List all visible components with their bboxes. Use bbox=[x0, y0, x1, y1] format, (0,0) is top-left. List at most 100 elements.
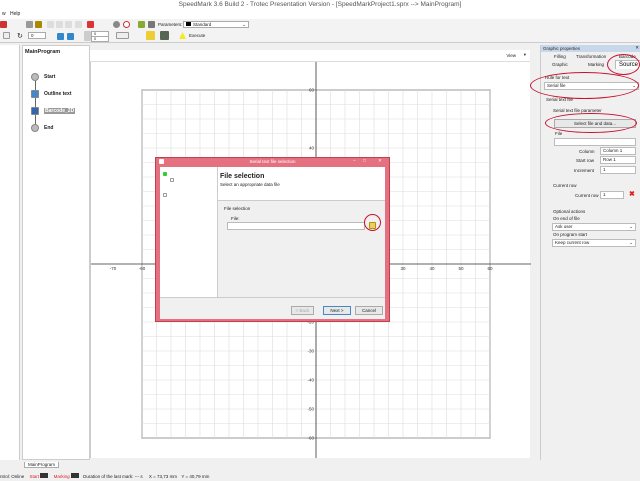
increment-label: Increment bbox=[574, 168, 595, 173]
minimize-icon[interactable]: – bbox=[353, 158, 356, 163]
parameters-value: Standard bbox=[193, 22, 212, 27]
chevron-down-icon: ⌄ bbox=[629, 224, 633, 229]
node-label: Outline text bbox=[44, 91, 72, 97]
x-tick-label: 50 bbox=[458, 266, 464, 271]
delete-icon[interactable] bbox=[75, 21, 82, 28]
program-tree: Start Outline text Barcode_2D End bbox=[22, 45, 90, 460]
marking-label: Marking bbox=[53, 474, 70, 479]
app-icon[interactable] bbox=[0, 21, 7, 28]
start-row-field[interactable]: Row 1 bbox=[600, 156, 636, 164]
column-field[interactable]: Column 1 bbox=[600, 147, 636, 155]
y-tick-label: 40 bbox=[309, 146, 315, 151]
start-label: Start bbox=[29, 474, 40, 479]
program-start-select[interactable]: Keep current row ⌄ bbox=[552, 239, 636, 247]
execute-button[interactable]: Execute bbox=[189, 33, 205, 38]
current-row-section: Current row bbox=[553, 183, 577, 188]
parameters-select[interactable]: Standard ⌄ bbox=[183, 21, 249, 28]
start-icon bbox=[31, 73, 39, 81]
x-coordinate: X = 73,73 mm bbox=[148, 474, 178, 479]
offset-y-input[interactable]: 0 bbox=[91, 36, 109, 42]
dialog-subheading: Select an appropriate data file bbox=[220, 182, 280, 187]
tab-graphic[interactable]: Graphic bbox=[552, 62, 568, 67]
lightning-icon[interactable] bbox=[146, 31, 155, 40]
x-tick-label: 60 bbox=[487, 266, 493, 271]
menu-window[interactable]: w bbox=[2, 11, 6, 17]
program-start-label: On program start bbox=[553, 232, 588, 237]
tab-marking[interactable]: Marking bbox=[588, 62, 604, 67]
view-icon[interactable] bbox=[113, 21, 120, 28]
file-input[interactable] bbox=[227, 222, 365, 230]
warning-icon[interactable] bbox=[179, 32, 186, 39]
bug-icon[interactable] bbox=[35, 21, 42, 28]
step-icon bbox=[163, 193, 167, 197]
stop-icon[interactable] bbox=[87, 21, 94, 28]
end-of-file-select[interactable]: Ask user ⌄ bbox=[552, 223, 636, 231]
y-tick-label: 60 bbox=[309, 88, 315, 93]
end-of-file-label: On end of file bbox=[553, 216, 580, 221]
properties-panel: Graphic properties ✕ Filling Transformati… bbox=[540, 45, 640, 460]
chevron-down-icon: ⌄ bbox=[242, 22, 246, 27]
x-tick-label: -60 bbox=[139, 266, 146, 271]
reset-icon[interactable]: ✖ bbox=[629, 190, 635, 198]
rotate-icon: ↻ bbox=[17, 33, 23, 40]
end-of-file-value: Ask user bbox=[555, 224, 573, 229]
rotate-tool-icon[interactable] bbox=[116, 32, 129, 39]
file-field[interactable] bbox=[554, 138, 636, 146]
view-menu[interactable]: View bbox=[506, 53, 516, 58]
dialog-titlebar: Serial text file selection – □ ✕ bbox=[156, 158, 389, 166]
y-coordinate: Y = 40,79 mm bbox=[181, 474, 210, 479]
menu-help[interactable]: Help bbox=[10, 11, 20, 17]
serial-file-dialog: Serial text file selection – □ ✕ File se… bbox=[155, 157, 390, 322]
increment-field[interactable]: 1 bbox=[600, 166, 636, 174]
close-icon[interactable]: ✕ bbox=[378, 158, 382, 164]
menu-bar: w Help bbox=[0, 10, 640, 19]
barcode-icon bbox=[31, 107, 39, 115]
chevron-down-icon[interactable]: ▾ bbox=[524, 52, 526, 58]
save-icon[interactable] bbox=[26, 21, 33, 28]
step-icon bbox=[170, 178, 174, 182]
parameters-label: Parameters: bbox=[158, 22, 183, 27]
text-icon bbox=[31, 90, 39, 98]
file-label: File: bbox=[231, 216, 240, 221]
target-icon[interactable] bbox=[123, 21, 130, 28]
wizard-steps bbox=[160, 167, 218, 297]
optional-label: Optional actions bbox=[553, 209, 586, 214]
maximize-icon[interactable]: □ bbox=[363, 158, 366, 163]
tab-filling[interactable]: Filling bbox=[554, 54, 566, 59]
cancel-button[interactable]: Cancel bbox=[355, 306, 383, 315]
dialog-heading: File selection bbox=[220, 173, 265, 180]
back-button[interactable]: < Back bbox=[291, 306, 314, 315]
copy-icon[interactable] bbox=[47, 21, 54, 28]
marking-indicator bbox=[70, 473, 79, 478]
mirror-icon[interactable] bbox=[84, 31, 91, 41]
highlight-rule bbox=[530, 72, 639, 99]
start-indicator bbox=[40, 473, 49, 478]
y-tick-label: -40 bbox=[307, 378, 314, 383]
program-tab[interactable]: MainProgram bbox=[24, 462, 60, 468]
canvas-header: View ▾ bbox=[90, 50, 530, 62]
trash-icon[interactable] bbox=[148, 21, 155, 28]
current-row-field[interactable]: 1 bbox=[600, 191, 624, 199]
y-tick-label: -50 bbox=[307, 407, 314, 412]
step-current-icon bbox=[163, 172, 167, 176]
pen-icon[interactable] bbox=[138, 21, 145, 28]
laser-icon[interactable] bbox=[160, 31, 169, 40]
document-icon[interactable] bbox=[3, 32, 10, 39]
move-right-icon[interactable] bbox=[67, 33, 74, 40]
paste-icon[interactable] bbox=[56, 21, 63, 28]
rotate-input[interactable]: 0 bbox=[28, 32, 46, 39]
program-start-value: Keep current row bbox=[555, 240, 590, 245]
tab-transformation[interactable]: Transformation bbox=[576, 54, 606, 59]
window-title: SpeedMark 3.6 Build 2 - Trotec Presentat… bbox=[0, 0, 640, 10]
move-left-icon[interactable] bbox=[57, 33, 64, 40]
next-button[interactable]: Next > bbox=[323, 306, 351, 315]
y-tick-label: -30 bbox=[307, 349, 314, 354]
file-label: File bbox=[555, 131, 563, 136]
node-label: Barcode_2D bbox=[44, 108, 76, 114]
close-icon[interactable]: ✕ bbox=[635, 45, 639, 51]
y-tick-label: -60 bbox=[307, 436, 314, 441]
panel-header: Graphic properties ✕ bbox=[541, 45, 640, 52]
start-row-label: Start row bbox=[576, 158, 595, 163]
program-title: MainProgram bbox=[25, 49, 61, 55]
cut-icon[interactable] bbox=[65, 21, 72, 28]
